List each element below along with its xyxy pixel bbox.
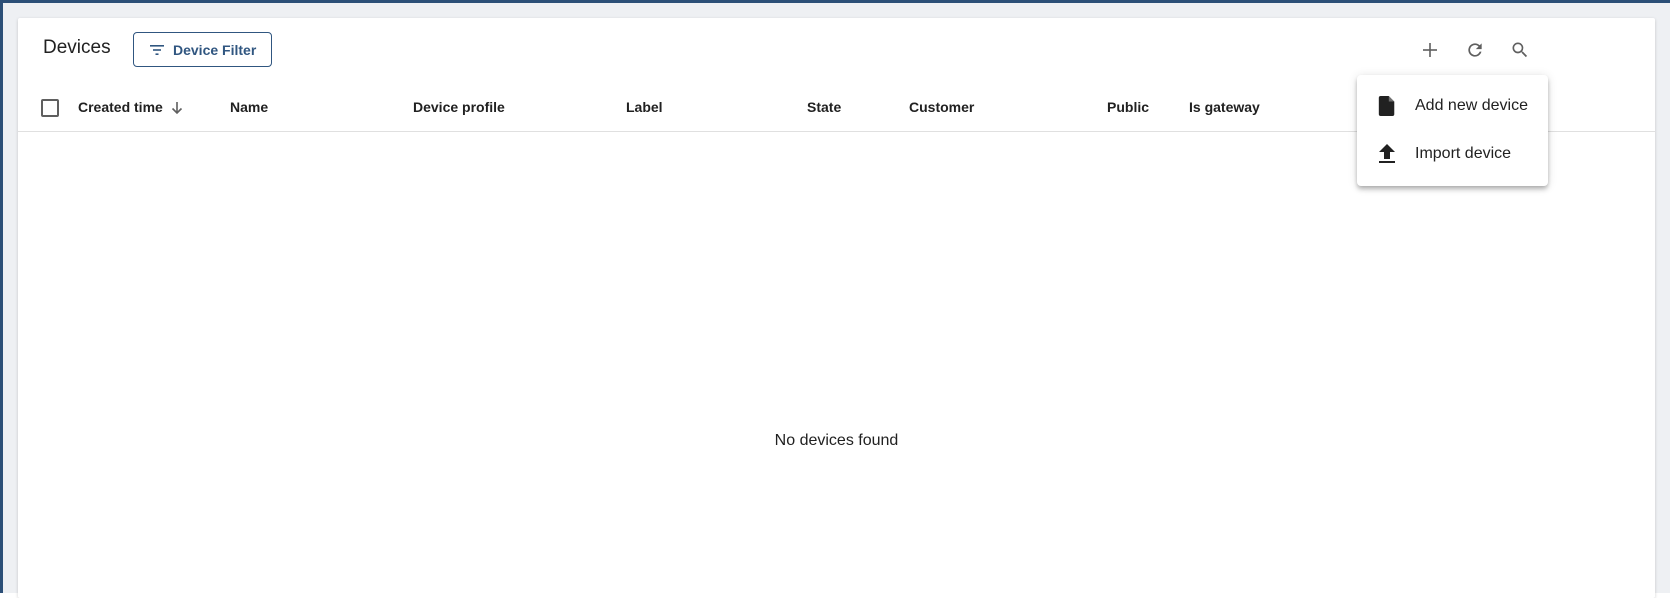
filter-icon (150, 44, 164, 55)
column-header-name[interactable]: Name (230, 99, 268, 115)
device-filter-label: Device Filter (173, 41, 257, 58)
page-title: Devices (43, 37, 111, 58)
menu-item-label: Import device (1415, 145, 1512, 162)
column-header-customer[interactable]: Customer (909, 99, 974, 115)
search-button[interactable] (1508, 38, 1532, 62)
menu-item-label: Add new device (1415, 97, 1528, 114)
search-icon (1512, 42, 1528, 58)
menu-item-add-new-device[interactable]: Add new device (1357, 82, 1548, 130)
column-header-label[interactable]: Label (626, 99, 663, 115)
column-header-is-gateway[interactable]: Is gateway (1189, 99, 1260, 115)
column-header-created-time[interactable]: Created time (78, 99, 183, 115)
add-icon (1423, 43, 1437, 57)
select-all-checkbox[interactable] (41, 99, 59, 117)
app-frame: Devices Device Filter Created time Name … (0, 0, 1670, 598)
menu-item-import-device[interactable]: Import device (1357, 130, 1548, 178)
window-edge-left (0, 0, 3, 593)
file-icon (1375, 94, 1399, 118)
add-device-menu: Add new device Import device (1357, 75, 1548, 186)
column-header-device-profile[interactable]: Device profile (413, 99, 505, 115)
refresh-icon (1468, 43, 1482, 57)
refresh-button[interactable] (1463, 38, 1487, 62)
column-header-state[interactable]: State (807, 99, 841, 115)
window-edge-top (0, 0, 1670, 3)
device-filter-button[interactable]: Device Filter (133, 32, 272, 67)
add-device-button[interactable] (1418, 38, 1442, 62)
empty-state-message: No devices found (774, 432, 899, 449)
column-header-public[interactable]: Public (1107, 99, 1149, 115)
arrow-down-icon (171, 102, 182, 115)
page-gutter (1655, 3, 1670, 593)
upload-icon (1375, 142, 1399, 166)
column-label: Created time (78, 99, 163, 115)
